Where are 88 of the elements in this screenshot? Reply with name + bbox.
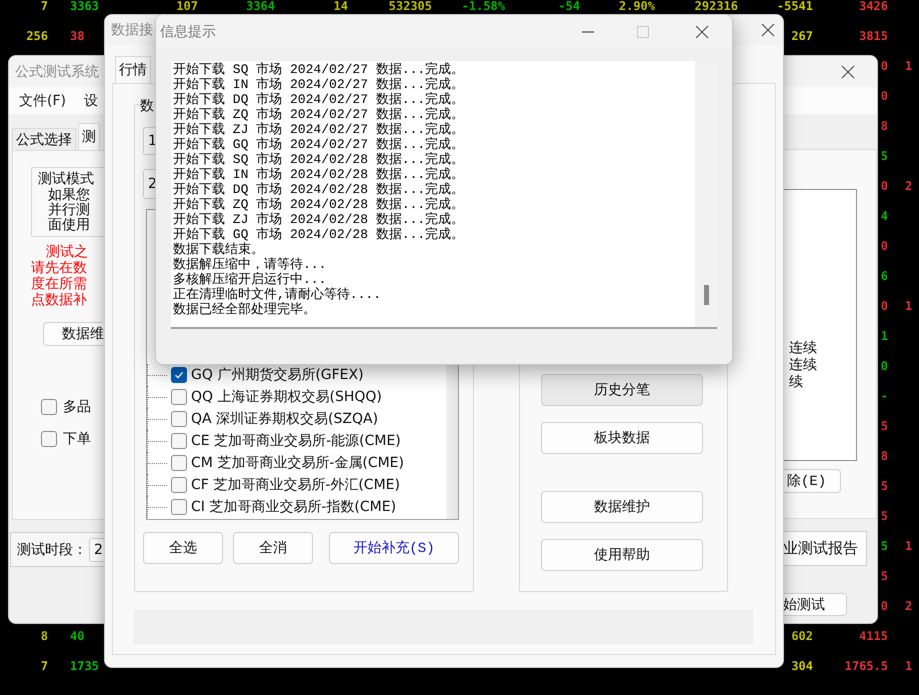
quote-value: 292316 <box>694 0 738 12</box>
quote-value: 304 <box>791 660 813 672</box>
quote-value: 1 <box>904 540 912 552</box>
quote-value: 38 <box>69 30 84 42</box>
log-line: 开始下载 SQ 市场 2024/02/28 数据...完成。 <box>173 152 466 167</box>
quote-value: 0 <box>880 360 888 372</box>
log-line: 开始下载 GQ 市场 2024/02/28 数据...完成。 <box>173 227 466 242</box>
warning-text: 请先在数 <box>31 260 88 276</box>
mode-description-line: 如果您 <box>48 188 91 203</box>
quote-value: 1 <box>904 60 912 72</box>
quote-value: 107 <box>176 0 198 12</box>
quote-value: 1 <box>880 330 888 342</box>
period-label: 测试时段： <box>17 540 87 558</box>
market-label: CF 芝加哥商业交易所-外汇(CME) <box>191 476 400 494</box>
quote-value: 8 <box>880 450 888 462</box>
quote-value: 2.90% <box>618 0 655 12</box>
quote-value: 7 <box>40 660 48 672</box>
quote-value: 2 <box>904 600 912 612</box>
market-label: CI 芝加哥商业交易所-指数(CME) <box>191 498 396 516</box>
quote-value: 0 <box>880 300 888 312</box>
quote-value: 0 <box>880 90 888 102</box>
group-legend: 数 <box>140 97 154 115</box>
quote-value: 0 <box>880 240 888 252</box>
quote-value: 5 <box>880 480 888 492</box>
quote-value: 8 <box>40 630 48 642</box>
log-line: 开始下载 GQ 市场 2024/02/27 数据...完成。 <box>173 137 466 152</box>
log-line: 数据已经全部处理完毕。 <box>173 302 317 317</box>
quote-value: 2 <box>904 180 912 192</box>
log-line: 开始下载 IN 市场 2024/02/27 数据...完成。 <box>173 77 466 92</box>
option-label: 多品 <box>63 398 91 416</box>
log-line: 数据解压缩中，请等待... <box>173 257 328 272</box>
quote-value: -1.58% <box>462 0 505 12</box>
quote-value: 3426 <box>859 0 888 12</box>
log-line: 开始下载 ZJ 市场 2024/02/28 数据...完成。 <box>173 212 466 227</box>
market-label: CM 芝加哥商业交易所-金属(CME) <box>191 454 404 472</box>
quote-value: 532305 <box>388 0 432 12</box>
quote-value: 5 <box>880 570 888 582</box>
quote-value: 1 <box>904 660 912 672</box>
warning-text: 度在所需 <box>31 276 88 292</box>
window-title: 公式测试系统 <box>15 62 99 80</box>
quote-value: 602 <box>791 630 813 642</box>
market-label: CE 芝加哥商业交易所-能源(CME) <box>191 432 401 450</box>
log-line: 开始下载 ZQ 市场 2024/02/28 数据...完成。 <box>173 197 466 212</box>
quote-value: 7 <box>40 0 48 12</box>
log-line: 开始下载 ZJ 市场 2024/02/27 数据...完成。 <box>173 122 466 137</box>
quote-value: 0 <box>880 60 888 72</box>
quote-value: 14 <box>334 0 348 12</box>
log-line: 多核解压缩开启运行中... <box>173 272 328 287</box>
log-line: 开始下载 IN 市场 2024/02/28 数据...完成。 <box>173 167 466 182</box>
quote-value: - <box>880 390 888 402</box>
quote-value: 5 <box>880 540 888 552</box>
quote-value: 1735 <box>69 660 99 672</box>
quote-value: -54 <box>558 0 580 12</box>
quote-value: 0 <box>880 600 888 612</box>
quote-value: 256 <box>26 30 48 42</box>
quote-value: 267 <box>791 30 813 42</box>
window-title: 数据接 <box>111 21 153 39</box>
log-line: 开始下载 SQ 市场 2024/02/27 数据...完成。 <box>173 62 466 77</box>
warning-text: 点数据补 <box>31 292 88 308</box>
market-label: GQ 广州期货交易所(GFEX) <box>191 366 364 384</box>
warning-text: 测试之 <box>45 244 89 260</box>
log-line: 数据下载结束。 <box>173 242 265 257</box>
log-line: 开始下载 DQ 市场 2024/02/28 数据...完成。 <box>173 182 466 197</box>
group-legend: 测试模式 <box>38 170 105 188</box>
quote-value: 1765.5 <box>844 660 888 672</box>
mode-description-line: 面使用 <box>48 218 91 233</box>
log-line: 开始下载 DQ 市场 2024/02/27 数据...完成。 <box>173 92 466 107</box>
quote-value: 1 <box>904 300 912 312</box>
mode-description-line: 并行测 <box>48 203 91 218</box>
log-line: 正在清理临时文件,请耐心等待.... <box>173 287 382 302</box>
quote-value: 3364 <box>246 0 275 12</box>
quote-value: 4115 <box>859 630 888 642</box>
log-line: 开始下载 ZQ 市场 2024/02/27 数据...完成。 <box>173 107 466 122</box>
quote-value: 5 <box>880 150 888 162</box>
market-label: QQ 上海证券期权交易(SHQQ) <box>191 388 382 406</box>
market-label: QA 深圳证券期权交易(SZQA) <box>191 410 378 428</box>
quote-value: 40 <box>69 630 84 642</box>
quote-value: 5 <box>880 420 888 432</box>
quote-value: -5541 <box>776 0 813 12</box>
quote-value: 0 <box>880 180 888 192</box>
quote-value: 8 <box>880 120 888 132</box>
quote-value: 5 <box>880 510 888 522</box>
quote-value: 4 <box>880 210 888 222</box>
quote-value: 3815 <box>859 30 888 42</box>
quote-value: 3363 <box>69 0 99 12</box>
option-label: 下单 <box>63 430 91 448</box>
quote-value: 6 <box>880 270 888 282</box>
dialog-title: 信息提示 <box>160 23 216 41</box>
